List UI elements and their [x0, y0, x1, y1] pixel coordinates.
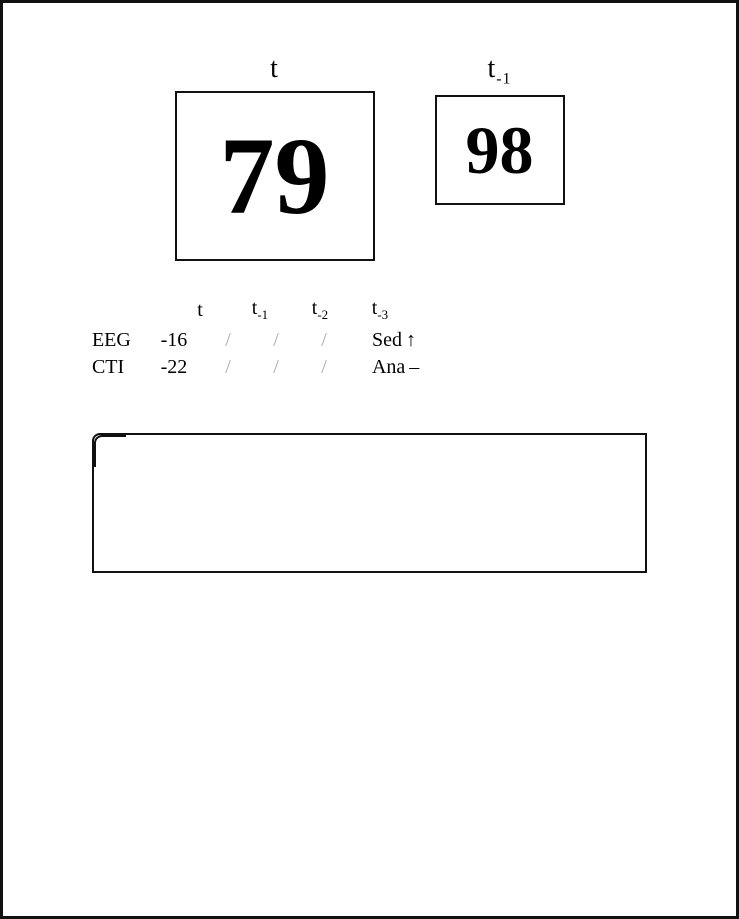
cti-label: CTI: [92, 356, 144, 379]
bottom-box: [92, 433, 647, 573]
col-header-t: t: [170, 299, 230, 322]
cti-slash-2: /: [252, 356, 300, 379]
cti-row: CTI -22 / / / Ana –: [92, 356, 419, 379]
cti-status-dash: –: [409, 356, 419, 379]
current-value: 79: [220, 121, 330, 231]
eeg-status: Sed ↑: [372, 329, 416, 352]
eeg-slash-1: /: [204, 329, 252, 352]
t-minus1-label: t-1: [487, 53, 511, 89]
middle-section: t t-1 t-2 t-3 EEG -16 / / / Sed ↑ CTI -2…: [92, 297, 647, 383]
eeg-status-label: Sed: [372, 329, 402, 352]
eeg-label: EEG: [92, 329, 144, 352]
top-section: t 79 t-1 98: [43, 53, 696, 261]
prev-value: 98: [466, 116, 534, 184]
col-header-t1: t-1: [230, 297, 290, 323]
t-label: t: [270, 53, 279, 85]
column-headers: t t-1 t-2 t-3: [170, 297, 410, 323]
cti-status-label: Ana: [372, 356, 405, 379]
current-value-box: 79: [175, 91, 375, 261]
eeg-slash-3: /: [300, 329, 348, 352]
col-header-t3: t-3: [350, 297, 410, 323]
cti-t-value: -22: [144, 356, 204, 379]
prev-value-box: 98: [435, 95, 565, 205]
prev-value-block: t-1 98: [435, 53, 565, 205]
col-header-t2: t-2: [290, 297, 350, 323]
eeg-slash-2: /: [252, 329, 300, 352]
cti-slash-3: /: [300, 356, 348, 379]
eeg-t-value: -16: [144, 329, 204, 352]
eeg-status-arrow: ↑: [406, 329, 416, 352]
cti-status: Ana –: [372, 356, 419, 379]
current-value-block: t 79: [175, 53, 375, 261]
main-frame: t 79 t-1 98 t t-1 t-2 t-3 EEG -16 / / /: [0, 0, 739, 919]
cti-slash-1: /: [204, 356, 252, 379]
eeg-row: EEG -16 / / / Sed ↑: [92, 329, 416, 352]
